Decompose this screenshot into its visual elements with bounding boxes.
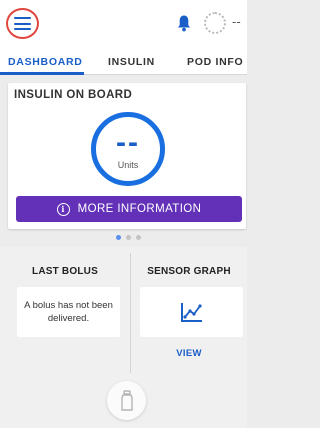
page-dot[interactable] [136,235,141,240]
sensor-graph-box[interactable] [140,287,243,337]
more-information-label: MORE INFORMATION [77,203,202,215]
tab-pod-info[interactable]: POD INFO [187,56,243,68]
pod-status-icon[interactable] [204,12,226,34]
pod-status-text: -- [232,14,241,29]
iob-value: -- [116,126,140,159]
last-bolus-message: A bolus has not been delivered. [24,300,113,324]
iob-ring: -- Units [91,112,165,186]
insulin-on-board-card[interactable]: INSULIN ON BOARD -- Units i MORE INFORMA… [8,83,246,229]
bolus-vial-icon [120,389,133,411]
bolus-button[interactable] [107,381,146,420]
more-information-button[interactable]: i MORE INFORMATION [16,196,242,222]
tab-dashboard[interactable]: DASHBOARD [8,56,83,68]
last-bolus-title: LAST BOLUS [32,266,98,277]
active-tab-indicator [0,72,84,75]
sensor-graph-view-link[interactable]: VIEW [131,348,247,359]
tab-insulin[interactable]: INSULIN [108,56,155,68]
page-indicator[interactable] [116,235,141,240]
graph-icon [180,303,202,322]
iob-title: INSULIN ON BOARD [14,89,133,101]
tab-bar: DASHBOARD INSULIN POD INFO [0,48,247,75]
bell-icon[interactable] [177,14,191,32]
last-bolus-box: A bolus has not been delivered. [17,287,120,337]
page-dot[interactable] [126,235,131,240]
top-bar: -- [0,0,247,48]
page-dot[interactable] [116,235,121,240]
sensor-graph-title: SENSOR GRAPH [147,266,231,277]
info-icon: i [56,202,70,216]
iob-unit: Units [117,160,139,170]
hamburger-menu-icon[interactable] [6,8,39,39]
